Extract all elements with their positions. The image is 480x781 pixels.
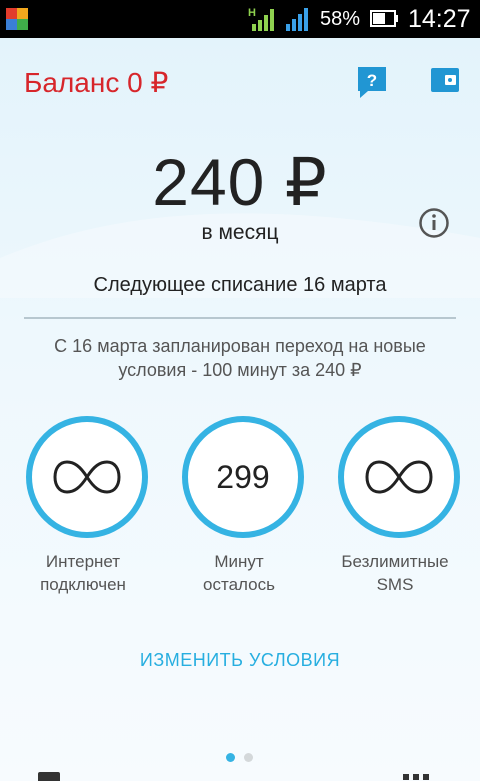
minutes-remaining: 299	[216, 458, 270, 495]
app-notification-icon	[6, 8, 28, 30]
battery-percent: 58%	[320, 8, 361, 30]
internet-label-line1: Интернет	[45, 552, 121, 571]
tariff-price: 240 ₽	[152, 145, 328, 219]
internet-counter-label: Интернет подключен	[3, 550, 163, 596]
internet-label-line2: подключен	[40, 575, 126, 594]
page-dot	[244, 753, 253, 762]
sms-label-line2: SMS	[376, 575, 414, 594]
internet-counter[interactable]	[26, 416, 148, 538]
svg-text:?: ?	[367, 71, 377, 90]
network-type: H	[248, 7, 256, 19]
change-terms-link[interactable]: ИЗМЕНИТЬ УСЛОВИЯ	[0, 650, 480, 671]
sms-counter[interactable]	[338, 416, 460, 538]
nav-icon-left[interactable]	[38, 772, 60, 781]
sms-label-line1: Безлимитные	[341, 552, 449, 571]
infinity-icon	[53, 460, 121, 494]
signal-strength-icon	[286, 8, 308, 31]
page-dot-active	[226, 753, 235, 762]
help-icon[interactable]: ?	[356, 65, 388, 99]
plan-change-notice: С 16 марта запланирован переход на новые…	[54, 336, 426, 380]
battery-icon	[370, 10, 398, 27]
status-bar: H 58% 14:27	[0, 0, 480, 38]
infinity-icon	[365, 460, 433, 494]
minutes-label-line2: осталось	[203, 575, 275, 594]
clock: 14:27	[408, 5, 471, 33]
minutes-counter[interactable]: 299	[182, 416, 304, 538]
info-icon[interactable]	[418, 207, 450, 239]
tariff-period: в месяц	[201, 221, 279, 244]
page-indicator	[226, 749, 262, 767]
wallet-icon[interactable]	[430, 66, 460, 94]
minutes-label-line1: Минут	[214, 552, 264, 571]
minutes-counter-label: Минут осталось	[159, 550, 319, 596]
sms-counter-label: Безлимитные SMS	[315, 550, 475, 596]
tariff-screen: Баланс 0 ₽ ? 240 ₽ в месяц Следующее спи…	[0, 38, 480, 781]
divider	[24, 317, 456, 319]
balance-label: Баланс 0 ₽	[24, 67, 169, 98]
mobile-signal-icon: H	[248, 7, 274, 31]
apps-grid-icon[interactable]	[403, 772, 429, 781]
next-charge-text: Следующее списание 16 марта	[93, 274, 387, 296]
